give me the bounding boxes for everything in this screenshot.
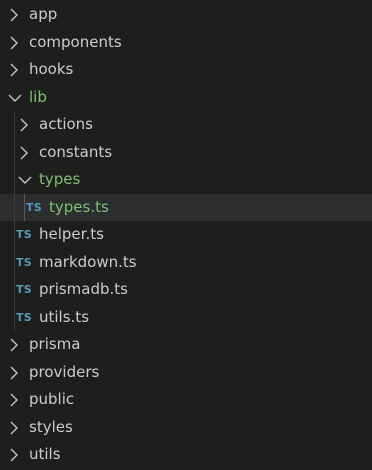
tree-folder-constants[interactable]: constants [0,138,372,167]
tree-folder-prisma[interactable]: prisma [0,331,372,359]
typescript-file-icon: TS [16,255,32,269]
chevron-right-icon [16,139,32,167]
chevron-right-icon [6,386,22,414]
chevron-down-icon [16,166,32,194]
chevron-right-icon [16,111,32,139]
indent-guide [14,138,15,166]
chevron-right-icon [6,1,22,29]
chevron-right-icon [6,29,22,57]
tree-file-label: helper.ts [39,225,104,243]
tree-folder-label: lib [29,87,47,106]
chevron-right-icon [6,56,22,84]
chevron-right-icon [6,414,22,442]
tree-folder-label: public [29,390,75,408]
tree-file-label: prismadb.ts [39,280,128,298]
tree-folder-components[interactable]: components [0,29,372,57]
chevron-right-icon [6,441,22,469]
indent-guide [24,193,25,221]
chevron-right-icon [6,331,22,359]
tree-folder-label: hooks [29,60,74,78]
tree-file-label: types.ts [49,197,109,216]
tree-file-prismadb-ts[interactable]: TS prismadb.ts [0,276,372,304]
tree-file-types-ts[interactable]: TS types.ts [0,193,372,221]
tree-folder-lib[interactable]: lib [0,84,372,112]
typescript-file-icon: TS [26,200,42,214]
indent-guide [14,193,15,221]
tree-folder-utils[interactable]: utils [0,441,372,469]
tree-folder-actions[interactable]: actions [0,111,372,139]
tree-folder-styles[interactable]: styles [0,414,372,442]
tree-file-helper-ts[interactable]: TS helper.ts [0,221,372,249]
chevron-right-icon [6,359,22,387]
tree-folder-label: types [39,170,81,188]
indent-guide [14,303,15,331]
typescript-file-icon: TS [16,283,32,296]
indent-guide [14,276,15,304]
tree-folder-app[interactable]: app [0,1,372,29]
tree-folder-label: components [29,32,122,51]
tree-folder-hooks[interactable]: hooks [0,56,372,84]
tree-folder-providers[interactable]: providers [0,359,372,387]
indent-guide [14,166,15,194]
tree-file-label: markdown.ts [39,252,137,271]
tree-folder-label: styles [29,417,73,436]
tree-folder-label: prisma [29,335,81,353]
tree-folder-label: utils [29,445,61,463]
tree-folder-label: providers [29,362,100,381]
tree-file-label: utils.ts [39,307,90,326]
tree-folder-public[interactable]: public [0,386,372,414]
indent-guide [14,248,15,276]
chevron-down-icon [6,84,22,112]
file-explorer-tree: app components hooks lib actions constan… [0,0,372,470]
tree-file-markdown-ts[interactable]: TS markdown.ts [0,248,372,276]
typescript-file-icon: TS [16,310,32,324]
tree-folder-label: actions [39,115,93,133]
indent-guide [14,221,15,249]
typescript-file-icon: TS [16,228,32,241]
tree-folder-types[interactable]: types [0,166,372,194]
tree-folder-label: app [29,5,58,23]
indent-guide [14,111,15,139]
tree-file-utils-ts[interactable]: TS utils.ts [0,303,372,331]
tree-folder-label: constants [39,142,113,161]
